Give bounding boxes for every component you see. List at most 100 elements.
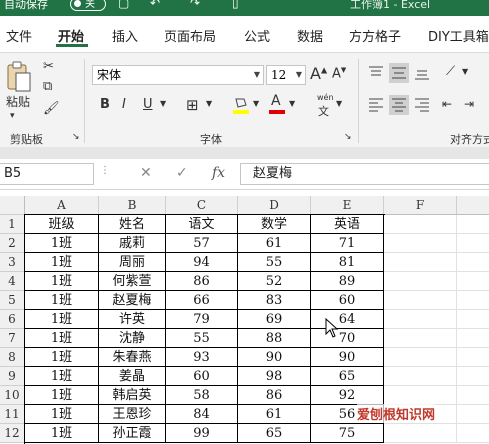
- undo-icon[interactable]: ↶: [150, 0, 160, 10]
- cell-e3[interactable]: 81: [311, 253, 384, 272]
- orientation-icon[interactable]: ⟋: [446, 64, 455, 79]
- decrease-indent-icon[interactable]: ⇤: [442, 97, 452, 111]
- cell-e4[interactable]: 89: [311, 272, 384, 291]
- cell-a1[interactable]: 班级: [25, 215, 99, 234]
- cell-e8[interactable]: 90: [311, 348, 384, 367]
- cell-a7[interactable]: 1班: [25, 329, 99, 348]
- cell-c7[interactable]: 55: [166, 329, 238, 348]
- font-color-dropdown-icon[interactable]: ▼: [289, 99, 295, 108]
- cut-icon[interactable]: ✂: [43, 59, 54, 74]
- cell-b8[interactable]: 朱春燕: [99, 348, 166, 367]
- increase-font-size-button[interactable]: A▲: [310, 64, 327, 83]
- row-header-3[interactable]: 3: [0, 253, 25, 272]
- underline-button[interactable]: U: [143, 97, 153, 112]
- row-header-11[interactable]: 11: [0, 405, 25, 424]
- cell-f8[interactable]: [384, 348, 457, 367]
- cell-a10[interactable]: 1班: [25, 386, 99, 405]
- cell-c8[interactable]: 93: [166, 348, 238, 367]
- decrease-font-size-button[interactable]: A▼: [332, 66, 346, 81]
- cell-e9[interactable]: 65: [311, 367, 384, 386]
- cell-c9[interactable]: 60: [166, 367, 238, 386]
- align-right-icon[interactable]: [414, 97, 430, 113]
- cell-b3[interactable]: 周丽: [99, 253, 166, 272]
- redo-icon[interactable]: ↷: [190, 0, 200, 10]
- cell-c2[interactable]: 57: [166, 234, 238, 253]
- cell-f1[interactable]: [384, 215, 457, 234]
- cell-d6[interactable]: 69: [238, 310, 311, 329]
- cell-c1[interactable]: 语文: [166, 215, 238, 234]
- cell-f7[interactable]: [384, 329, 457, 348]
- cell-b10[interactable]: 韩启英: [99, 386, 166, 405]
- cell-e10[interactable]: 92: [311, 386, 384, 405]
- cell-b1[interactable]: 姓名: [99, 215, 166, 234]
- cell-a8[interactable]: 1班: [25, 348, 99, 367]
- row-header-8[interactable]: 8: [0, 348, 25, 367]
- orientation-dropdown-icon[interactable]: ▼: [462, 67, 468, 76]
- tab-file[interactable]: 文件: [6, 26, 32, 45]
- clipboard-launcher-icon[interactable]: ↘: [72, 132, 80, 142]
- formula-input[interactable]: 赵夏梅: [240, 163, 489, 185]
- cell-a11[interactable]: 1班: [25, 405, 99, 424]
- row-header-2[interactable]: 2: [0, 234, 25, 253]
- bold-button[interactable]: B: [100, 97, 110, 112]
- font-color-icon[interactable]: A: [268, 93, 286, 115]
- cell-f2[interactable]: [384, 234, 457, 253]
- phonetic-guide-button[interactable]: 文: [318, 103, 329, 119]
- cell-d4[interactable]: 52: [238, 272, 311, 291]
- row-header-7[interactable]: 7: [0, 329, 25, 348]
- cell-a2[interactable]: 1班: [25, 234, 99, 253]
- autosave-toggle[interactable]: 关: [70, 0, 106, 11]
- cell-g2[interactable]: [457, 234, 489, 253]
- italic-button[interactable]: I: [122, 97, 126, 112]
- cell-g9[interactable]: [457, 367, 489, 386]
- cell-c10[interactable]: 58: [166, 386, 238, 405]
- align-left-icon[interactable]: [368, 97, 384, 113]
- cell-d5[interactable]: 83: [238, 291, 311, 310]
- cell-b2[interactable]: 戚莉: [99, 234, 166, 253]
- cell-d8[interactable]: 90: [238, 348, 311, 367]
- cell-g4[interactable]: [457, 272, 489, 291]
- cell-e2[interactable]: 71: [311, 234, 384, 253]
- font-name-select[interactable]: 宋体 ▼: [92, 65, 264, 85]
- copy-icon[interactable]: ⧉: [43, 79, 52, 94]
- borders-icon[interactable]: ⊞: [186, 96, 199, 114]
- cell-d3[interactable]: 55: [238, 253, 311, 272]
- cell-g5[interactable]: [457, 291, 489, 310]
- tab-diy-toolbox[interactable]: DIY工具箱: [428, 26, 489, 45]
- cell-b9[interactable]: 姜晶: [99, 367, 166, 386]
- phonetic-top-label[interactable]: wén: [317, 93, 334, 102]
- align-top-icon[interactable]: [368, 65, 384, 81]
- row-header-6[interactable]: 6: [0, 310, 25, 329]
- cell-g1[interactable]: [457, 215, 489, 234]
- borders-dropdown-icon[interactable]: ▼: [206, 99, 212, 108]
- insert-function-icon[interactable]: fx: [212, 165, 225, 181]
- cell-g7[interactable]: [457, 329, 489, 348]
- row-header-9[interactable]: 9: [0, 367, 25, 386]
- cell-a6[interactable]: 1班: [25, 310, 99, 329]
- cell-d7[interactable]: 88: [238, 329, 311, 348]
- paste-dropdown-icon[interactable]: ▾: [10, 111, 15, 121]
- cell-g11[interactable]: [457, 405, 489, 424]
- cell-c6[interactable]: 79: [166, 310, 238, 329]
- cell-d10[interactable]: 86: [238, 386, 311, 405]
- cell-c5[interactable]: 66: [166, 291, 238, 310]
- column-header-d[interactable]: D: [238, 196, 311, 215]
- row-header-4[interactable]: 4: [0, 272, 25, 291]
- cell-d2[interactable]: 61: [238, 234, 311, 253]
- cell-c11[interactable]: 84: [166, 405, 238, 424]
- align-center-icon[interactable]: [389, 95, 409, 115]
- paste-button[interactable]: 粘贴: [6, 93, 30, 110]
- fill-color-dropdown-icon[interactable]: ▼: [253, 99, 259, 108]
- font-launcher-icon[interactable]: ↘: [344, 132, 352, 142]
- column-header-c[interactable]: C: [166, 196, 238, 215]
- align-bottom-icon[interactable]: [414, 65, 430, 81]
- tab-data[interactable]: 数据: [297, 26, 323, 45]
- cell-b11[interactable]: 王恩珍: [99, 405, 166, 424]
- cell-g10[interactable]: [457, 386, 489, 405]
- underline-dropdown-icon[interactable]: ▼: [160, 99, 166, 108]
- tab-insert[interactable]: 插入: [112, 26, 138, 45]
- column-header-b[interactable]: B: [99, 196, 166, 215]
- tab-fangfang[interactable]: 方方格子: [349, 26, 401, 45]
- cell-f9[interactable]: [384, 367, 457, 386]
- cell-b6[interactable]: 许英: [99, 310, 166, 329]
